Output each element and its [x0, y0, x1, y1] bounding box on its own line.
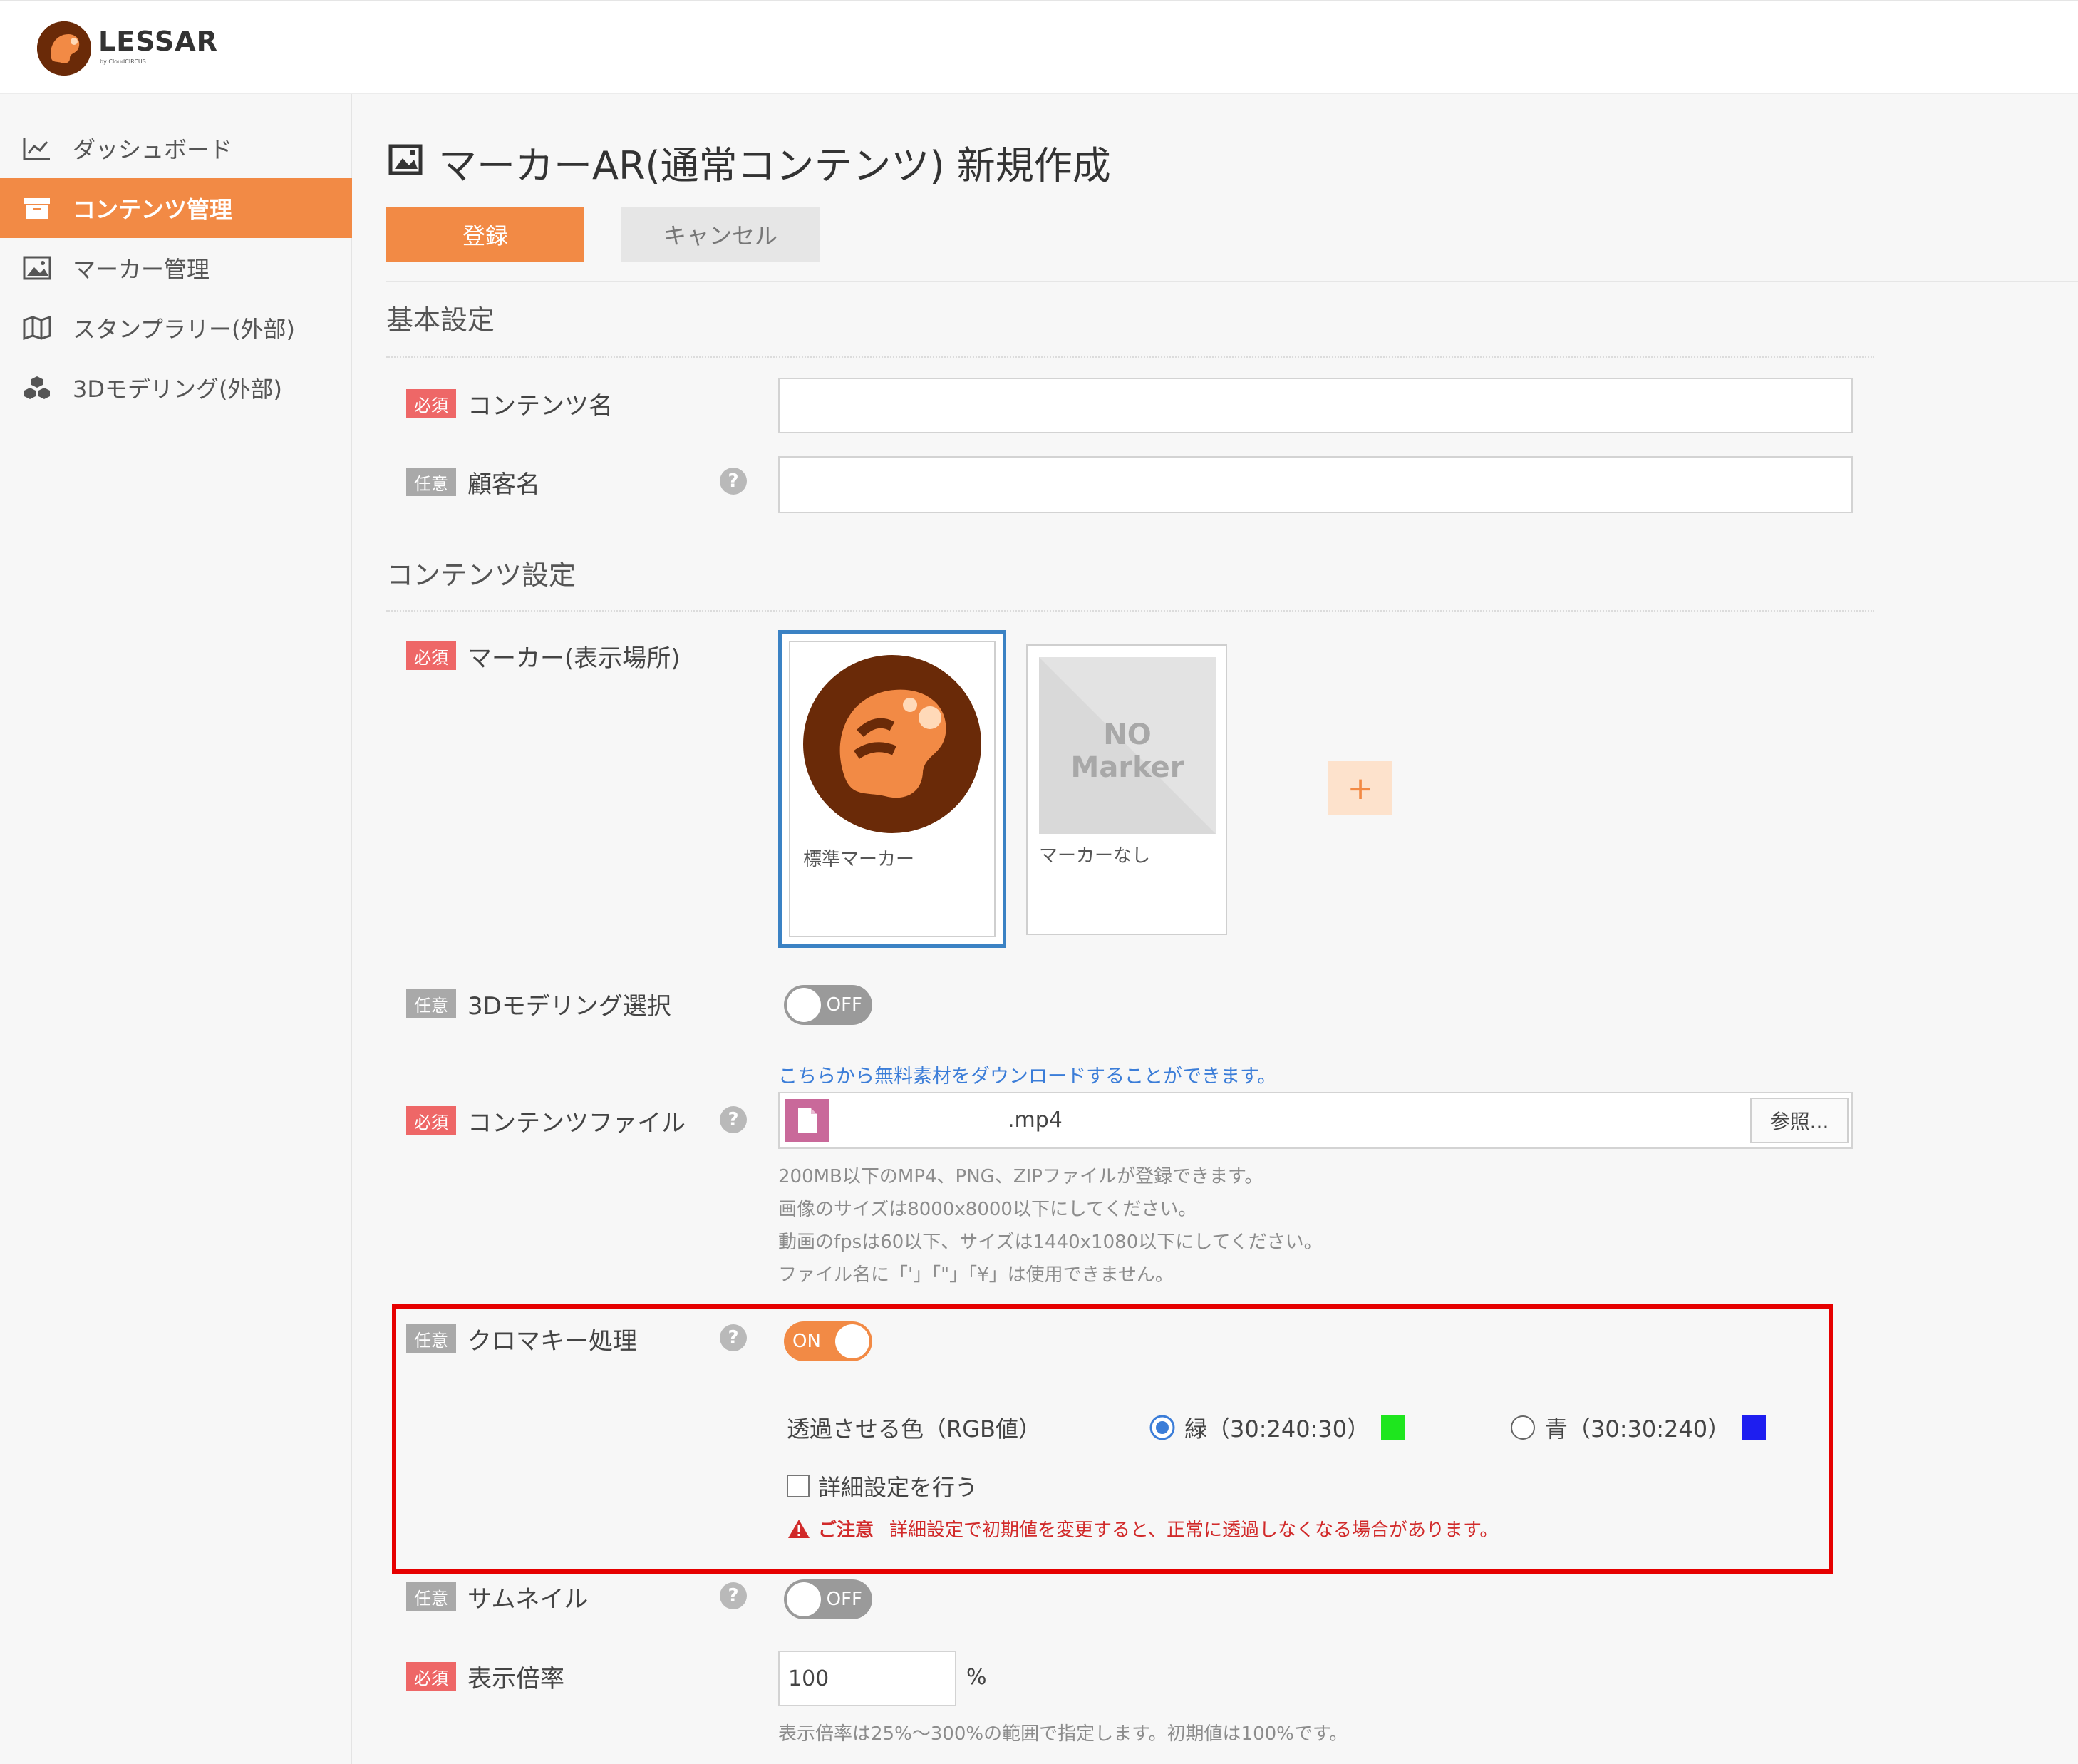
sidebar-item-label: ダッシュボード: [73, 136, 233, 163]
file-name: .mp4: [1008, 1108, 1063, 1133]
logo-subtitle: by CloudCIRCUS: [100, 58, 146, 65]
sidebar-item-label: スタンプラリー(外部): [73, 316, 296, 343]
archive-box-icon: [23, 194, 51, 222]
content-file-label: コンテンツファイル: [467, 1109, 686, 1138]
model3d-toggle[interactable]: OFF: [784, 985, 872, 1025]
no-marker-text-2: Marker: [1070, 751, 1184, 784]
customer-name-label: 顧客名: [467, 470, 540, 499]
logo-text: LESSAR: [98, 26, 218, 57]
optional-badge: 任意: [406, 468, 456, 496]
section-title-content: コンテンツ設定: [386, 559, 577, 591]
chart-line-icon: [23, 134, 51, 163]
sidebar-item-content-management[interactable]: コンテンツ管理: [0, 178, 352, 238]
required-badge: 必須: [406, 641, 456, 670]
scale-label: 表示倍率: [467, 1665, 564, 1693]
sidebar-item-stamp-rally[interactable]: スタンプラリー(外部): [0, 298, 352, 358]
divider: [386, 281, 2078, 282]
content-file-input[interactable]: .mp4 参照...: [778, 1092, 1853, 1149]
chroma-toggle[interactable]: ON: [784, 1321, 872, 1361]
cubes-icon: [23, 373, 51, 402]
image-icon: [388, 140, 423, 185]
divider: [386, 356, 1874, 358]
toggle-text: ON: [792, 1331, 821, 1352]
marker-card-none[interactable]: NO Marker マーカーなし: [1026, 644, 1227, 935]
optional-badge: 任意: [406, 989, 456, 1018]
required-badge: 必須: [406, 389, 456, 418]
help-icon[interactable]: ?: [720, 1324, 747, 1351]
sidebar-item-dashboard[interactable]: ダッシュボード: [0, 118, 352, 178]
thumbnail-label: サムネイル: [467, 1585, 589, 1614]
file-note: ファイル名に「'」「"」「¥」は使用できません。: [778, 1264, 1174, 1286]
warning-icon: [788, 1519, 810, 1538]
lessar-logo-icon[interactable]: [37, 21, 91, 76]
model3d-label: 3Dモデリング選択: [467, 992, 671, 1021]
toggle-knob: [787, 988, 821, 1022]
checkbox-icon: [787, 1475, 810, 1497]
customer-name-input[interactable]: [778, 456, 1853, 513]
content-name-input[interactable]: [778, 378, 1853, 433]
standard-marker-image: [803, 655, 981, 836]
transparent-color-label: 透過させる色（RGB値）: [787, 1415, 1041, 1443]
map-icon: [23, 314, 51, 342]
radio-blue[interactable]: 青（30:30:240）: [1509, 1411, 1767, 1444]
sidebar-item-3d-modeling[interactable]: 3Dモデリング(外部): [0, 358, 352, 418]
sidebar-item-label: 3Dモデリング(外部): [73, 376, 282, 403]
marker-card-caption: マーカーなし: [1039, 845, 1151, 867]
scale-input[interactable]: 100: [778, 1651, 956, 1706]
register-button[interactable]: 登録: [386, 207, 584, 262]
browse-button[interactable]: 参照...: [1750, 1098, 1849, 1143]
file-note: 200MB以下のMP4、PNG、ZIPファイルが登録できます。: [778, 1166, 1263, 1187]
required-badge: 必須: [406, 1662, 456, 1691]
add-marker-button[interactable]: +: [1328, 761, 1392, 815]
toggle-knob: [835, 1324, 869, 1358]
file-note: 動画のfpsは60以下、サイズは1440x1080以下にしてください。: [778, 1232, 1323, 1253]
radio-label: 青（30:30:240）: [1545, 1415, 1731, 1443]
header: [0, 0, 2078, 94]
download-link[interactable]: こちらから無料素材をダウンロードすることができます。: [778, 1061, 1276, 1088]
file-icon: [785, 1099, 829, 1142]
radio-checked-icon: [1149, 1415, 1175, 1440]
sidebar-item-label: コンテンツ管理: [73, 196, 233, 223]
sidebar-item-marker-management[interactable]: マーカー管理: [0, 238, 352, 298]
section-title-basic: 基本設定: [386, 304, 495, 336]
help-icon[interactable]: ?: [720, 1106, 747, 1133]
checkbox-label: 詳細設定を行う: [818, 1474, 978, 1501]
blue-swatch: [1742, 1415, 1767, 1440]
content-name-label: コンテンツ名: [467, 392, 613, 421]
chroma-warning: ご注意 詳細設定で初期値を変更すると、正常に透過しなくなる場合があります。: [787, 1515, 1498, 1542]
toggle-knob: [787, 1582, 821, 1616]
warning-title: ご注意: [818, 1520, 874, 1541]
page-title-text: マーカーAR(通常コンテンツ) 新規作成: [438, 143, 1111, 188]
optional-badge: 任意: [406, 1582, 456, 1611]
scale-unit: %: [966, 1665, 987, 1690]
advanced-settings-checkbox[interactable]: 詳細設定を行う: [787, 1470, 978, 1502]
toggle-text: OFF: [826, 994, 862, 1016]
marker-card-caption: 標準マーカー: [803, 849, 915, 870]
image-icon: [23, 254, 51, 282]
cancel-button[interactable]: キャンセル: [621, 207, 820, 262]
warning-text: 詳細設定で初期値を変更すると、正常に透過しなくなる場合があります。: [889, 1520, 1499, 1541]
marker-label: マーカー(表示場所): [467, 644, 681, 673]
green-swatch: [1381, 1415, 1406, 1440]
optional-badge: 任意: [406, 1324, 456, 1353]
no-marker-text-1: NO: [1103, 718, 1152, 751]
toggle-text: OFF: [826, 1589, 862, 1610]
radio-green[interactable]: 緑（30:240:30）: [1149, 1411, 1406, 1444]
page-title: マーカーAR(通常コンテンツ) 新規作成: [388, 134, 1111, 190]
help-icon[interactable]: ?: [720, 468, 747, 495]
divider: [386, 610, 1874, 612]
required-badge: 必須: [406, 1106, 456, 1135]
radio-unchecked-icon: [1511, 1415, 1535, 1440]
help-icon[interactable]: ?: [720, 1582, 747, 1609]
no-marker-placeholder: NO Marker: [1039, 657, 1216, 834]
chroma-label: クロマキー処理: [467, 1327, 637, 1356]
file-note: 画像のサイズは8000x8000以下にしてください。: [778, 1199, 1197, 1220]
thumbnail-toggle[interactable]: OFF: [784, 1579, 872, 1619]
marker-card-standard[interactable]: 標準マーカー: [778, 630, 1006, 948]
radio-label: 緑（30:240:30）: [1184, 1415, 1370, 1443]
sidebar-item-label: マーカー管理: [73, 256, 210, 283]
scale-note: 表示倍率は25%～300%の範囲で指定します。初期値は100%です。: [778, 1723, 1348, 1745]
